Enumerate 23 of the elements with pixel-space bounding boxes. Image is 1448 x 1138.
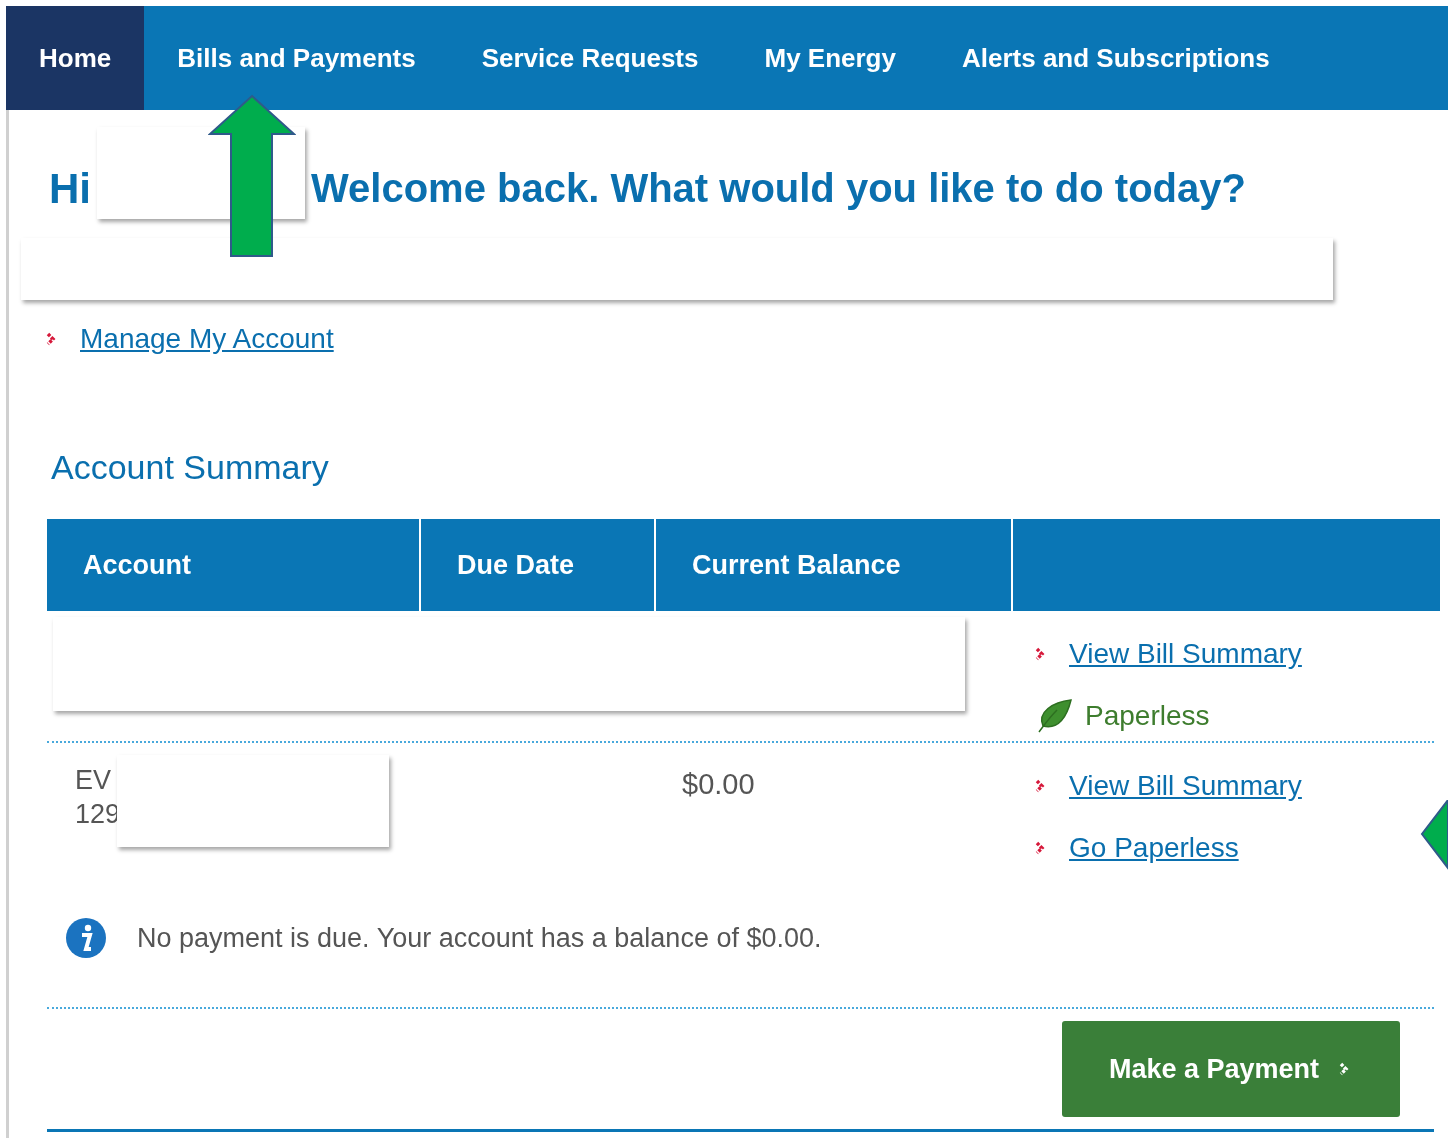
left-arrow-annotation [1420,800,1448,870]
nav-tab[interactable]: Bills and Payments [144,6,449,110]
nav-tab[interactable]: Alerts and Subscriptions [928,6,1303,110]
manage-account-link[interactable]: Manage My Account [80,318,334,360]
nav-tab[interactable]: Home [6,6,145,110]
column-header: Current Balance [656,519,1011,611]
bill-link[interactable]: Go Paperless [1069,827,1239,869]
paperless-status: Paperless [1085,699,1210,733]
column-header: Due Date [421,519,654,611]
bill-link[interactable]: View Bill Summary [1069,765,1302,807]
nav-tab[interactable]: Service Requests [448,6,732,110]
section-title: Account Summary [50,447,330,488]
bill-link[interactable]: View Bill Summary [1069,633,1302,675]
info-message: No payment is due. Your account has a balance of $0.00. [137,921,822,955]
leaf-icon [1035,698,1073,734]
column-header: Account [47,519,419,611]
make-payment-button[interactable]: Make a Payment [1062,1021,1400,1117]
info-icon [65,917,107,959]
balance-cell-text: $0.00 [681,767,756,802]
greeting-name: Hi [49,163,91,214]
account-number-fragment: EV [75,764,113,797]
nav-tab[interactable]: My Energy [731,6,929,110]
welcome-heading: Welcome back. What would you like to do today? [311,165,1246,212]
